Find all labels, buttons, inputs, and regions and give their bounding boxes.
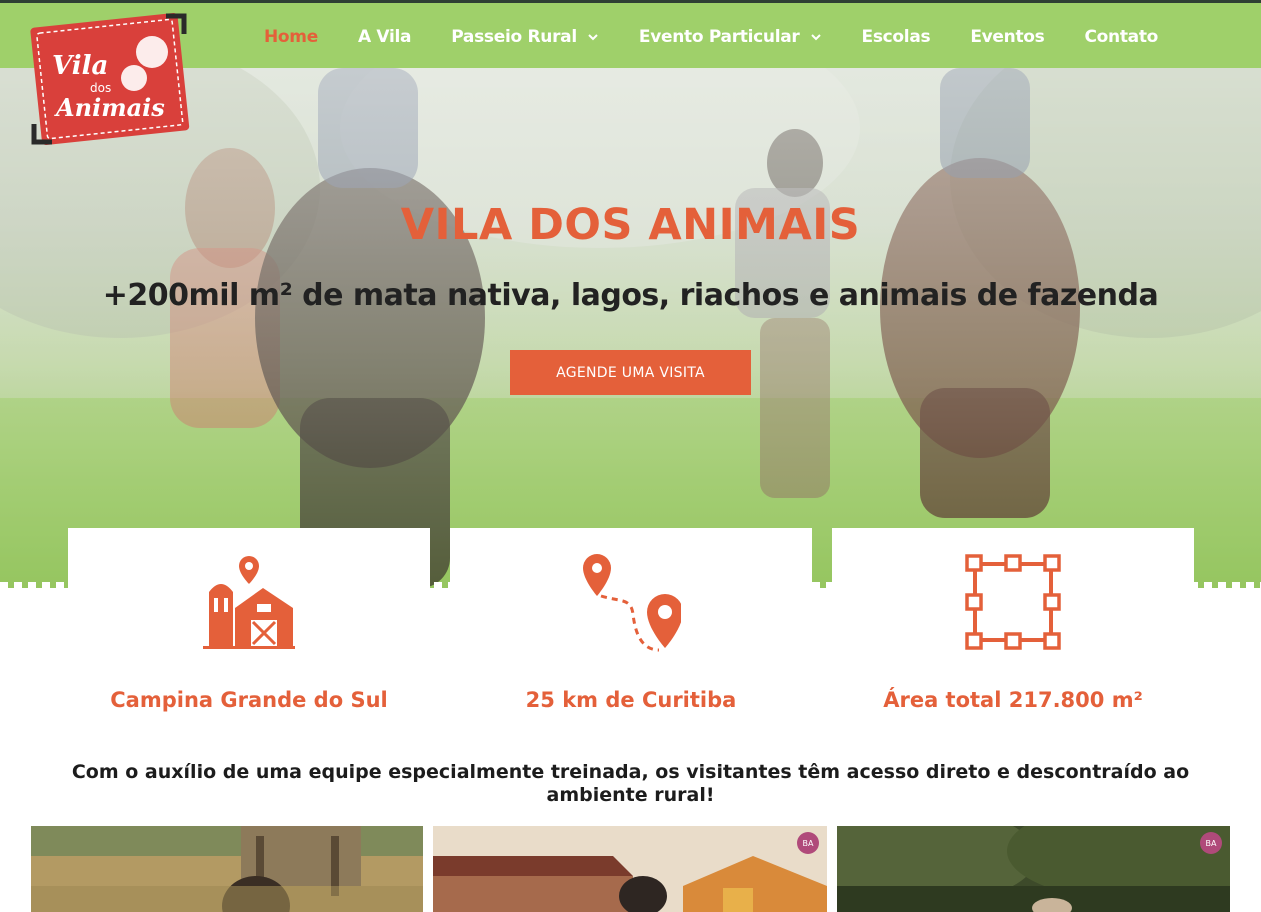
photo-child-farm-image [31, 826, 423, 912]
gallery-photo-barn-sunset[interactable]: BA [433, 826, 827, 912]
feature-card-location: Campina Grande do Sul [68, 528, 430, 728]
nav-item-label: A Vila [357, 27, 412, 47]
nav-item-label: Escolas [861, 27, 931, 47]
area-selection-icon [965, 554, 1061, 650]
vila-dos-animais-logo[interactable]: Vila dos Animais [30, 12, 190, 150]
nav-item-label: Home [264, 27, 318, 47]
gallery-photo-forest-people[interactable]: BA [837, 826, 1230, 912]
nav-item-label: Contato [1084, 27, 1159, 47]
photo-badge: BA [797, 832, 819, 854]
nav-item-passeio-rural[interactable]: Passeio Rural [451, 27, 599, 47]
gallery-photo-child-farm[interactable] [31, 826, 423, 912]
main-menu: Home A Vila Passeio Rural Evento Particu… [264, 3, 1158, 71]
logo-text-vila: Vila [52, 51, 108, 81]
nav-item-eventos[interactable]: Eventos [970, 27, 1044, 47]
nav-item-label: Passeio Rural [451, 27, 577, 47]
nav-item-evento-particular[interactable]: Evento Particular [639, 27, 822, 47]
nav-item-escolas[interactable]: Escolas [862, 27, 931, 47]
feature-label: 25 km de Curitiba [525, 688, 737, 712]
photo-forest-people-image [837, 826, 1230, 912]
nav-item-label: Evento Particular [638, 27, 800, 47]
nav-item-label: Eventos [970, 27, 1045, 47]
intro-tagline: Com o auxílio de uma equipe especialment… [71, 761, 1190, 806]
photo-badge: BA [1200, 832, 1222, 854]
nav-item-contato[interactable]: Contato [1084, 27, 1158, 47]
route-pins-icon [583, 554, 681, 652]
feature-label: Campina Grande do Sul [110, 688, 388, 712]
photo-barn-sunset-image [433, 826, 827, 912]
feature-card-area: Área total 217.800 m² [832, 528, 1194, 728]
feature-label: Área total 217.800 m² [883, 688, 1143, 712]
barn-location-icon [203, 556, 295, 649]
nav-item-a-vila[interactable]: A Vila [357, 27, 412, 47]
schedule-visit-button[interactable]: AGENDE UMA VISITA [510, 350, 751, 395]
feature-card-distance: 25 km de Curitiba [450, 528, 812, 728]
chevron-down-icon [588, 34, 598, 41]
logo-text-animais: Animais [54, 93, 165, 122]
hero-title: VILA DOS ANIMAIS [400, 200, 861, 250]
chevron-down-icon [810, 34, 821, 41]
nav-item-home[interactable]: Home [264, 27, 318, 47]
hero-subtitle: +200mil m² de mata nativa, lagos, riacho… [102, 278, 1159, 313]
